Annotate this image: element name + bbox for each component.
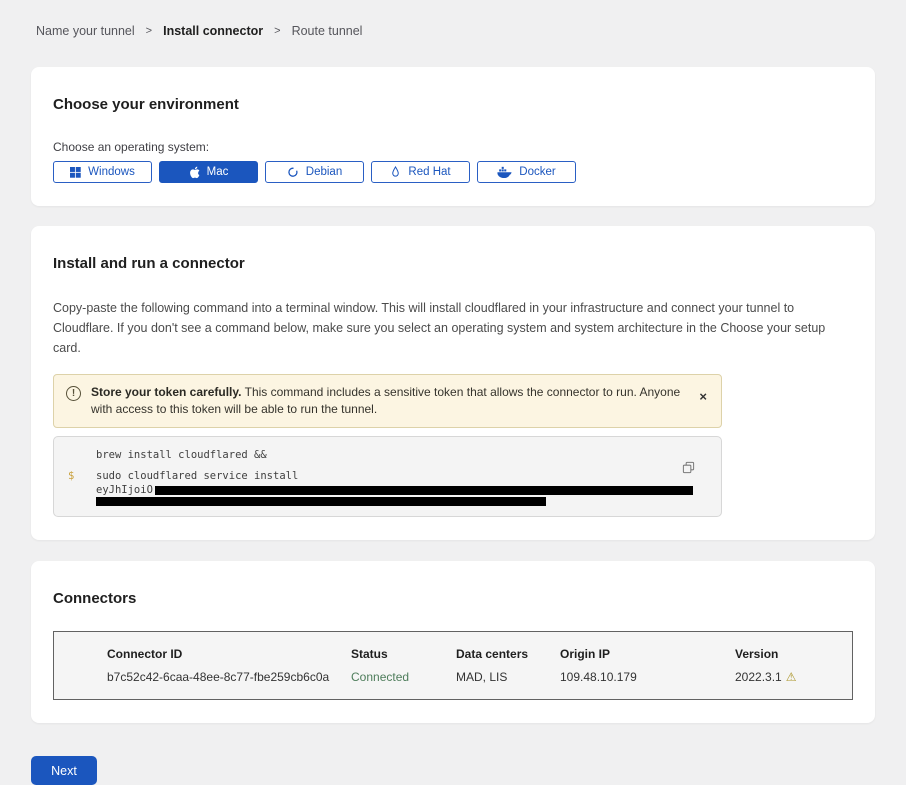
os-button-label: Docker: [519, 166, 555, 178]
os-button-docker[interactable]: Docker: [477, 161, 576, 183]
os-button-debian[interactable]: Debian: [265, 161, 364, 183]
alert-circle-icon: !: [66, 386, 81, 401]
connector-id-cell: b7c52c42-6caa-48ee-8c77-fbe259cb6c0a: [107, 670, 351, 684]
version-value: 2022.3.1: [735, 670, 782, 684]
os-button-mac[interactable]: Mac: [159, 161, 258, 183]
os-select-label: Choose an operating system:: [53, 140, 853, 154]
copy-command-button[interactable]: [682, 461, 695, 474]
breadcrumb-separator: >: [274, 25, 280, 37]
code-line-1: brew install cloudflared &&: [68, 448, 707, 462]
breadcrumb-step-install-connector[interactable]: Install connector: [163, 24, 263, 38]
code-line-token: eyJhIjoiO: [68, 483, 707, 497]
origin-ip-cell: 109.48.10.179: [560, 670, 735, 684]
os-button-label: Red Hat: [408, 166, 450, 178]
next-button[interactable]: Next: [31, 756, 97, 785]
redacted-token-bar: [96, 497, 546, 506]
version-warning-icon: ⚠: [786, 671, 797, 683]
environment-card-title: Choose your environment: [53, 96, 853, 113]
apple-icon: [189, 166, 200, 179]
breadcrumb-step-route-tunnel[interactable]: Route tunnel: [292, 24, 363, 38]
token-warning-banner: ! Store your token carefully. This comma…: [53, 374, 722, 428]
windows-icon: [70, 167, 81, 178]
os-button-label: Debian: [306, 166, 342, 178]
install-card-description: Copy-paste the following command into a …: [53, 298, 853, 358]
warning-title: Store your token carefully.: [91, 385, 242, 399]
connectors-card-title: Connectors: [53, 590, 853, 607]
install-card-title: Install and run a connector: [53, 255, 853, 272]
connectors-table: Connector ID Status Data centers Origin …: [53, 631, 853, 700]
shell-prompt: $: [68, 469, 74, 483]
code-line-2-text: sudo cloudflared service install: [96, 470, 298, 482]
connectors-table-row: b7c52c42-6caa-48ee-8c77-fbe259cb6c0a Con…: [107, 670, 832, 684]
code-line-2: $ sudo cloudflared service install: [68, 469, 707, 483]
environment-card: Choose your environment Choose an operat…: [31, 67, 875, 206]
status-badge: Connected: [351, 670, 456, 684]
breadcrumb-separator: >: [146, 25, 152, 37]
install-command-code-block: brew install cloudflared && $ sudo cloudf…: [53, 436, 722, 517]
header-origin-ip: Origin IP: [560, 647, 735, 661]
header-version: Version: [735, 647, 832, 661]
breadcrumb-step-name-your-tunnel[interactable]: Name your tunnel: [36, 24, 135, 38]
banner-close-button[interactable]: ×: [699, 390, 707, 403]
header-status: Status: [351, 647, 456, 661]
copy-icon: [682, 461, 695, 474]
connectors-table-header-row: Connector ID Status Data centers Origin …: [107, 647, 832, 661]
os-button-label: Mac: [207, 166, 229, 178]
tunnel-setup-page: Name your tunnel > Install connector > R…: [0, 0, 906, 740]
warning-text: Store your token carefully. This command…: [91, 384, 683, 418]
redhat-linux-icon: [390, 166, 401, 179]
os-button-group: Windows Mac Debian Red Hat: [53, 161, 853, 183]
breadcrumb: Name your tunnel > Install connector > R…: [0, 0, 906, 38]
header-connector-id: Connector ID: [107, 647, 351, 661]
redacted-token-bar: [155, 486, 693, 495]
os-button-redhat[interactable]: Red Hat: [371, 161, 470, 183]
version-cell: 2022.3.1 ⚠: [735, 670, 832, 684]
docker-whale-icon: [497, 166, 512, 178]
header-data-centers: Data centers: [456, 647, 560, 661]
debian-swirl-icon: [287, 166, 299, 178]
install-connector-card: Install and run a connector Copy-paste t…: [31, 226, 875, 540]
connectors-card: Connectors Connector ID Status Data cent…: [31, 561, 875, 723]
os-button-windows[interactable]: Windows: [53, 161, 152, 183]
token-prefix: eyJhIjoiO: [96, 484, 153, 496]
os-button-label: Windows: [88, 166, 135, 178]
data-centers-cell: MAD, LIS: [456, 670, 560, 684]
